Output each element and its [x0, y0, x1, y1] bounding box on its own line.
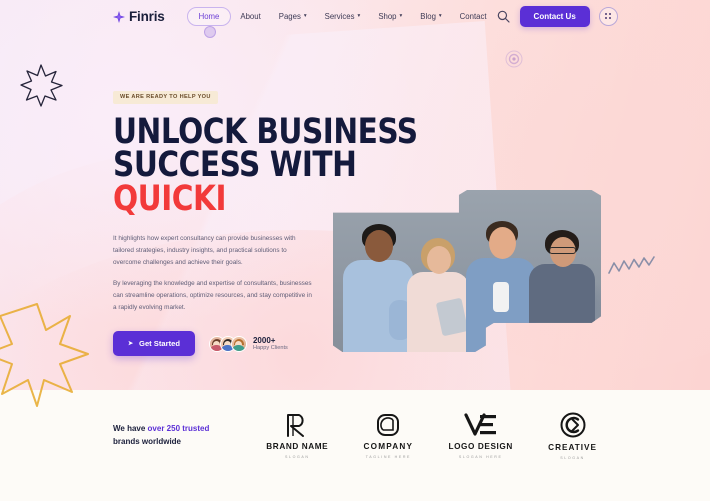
logo-slogan: SLOGAN [284, 455, 310, 459]
brand-logo-item[interactable]: COMPANY TAGLINE HERE [364, 412, 414, 459]
square-loop-icon [377, 414, 400, 436]
hero-content: WE ARE READY TO HELP YOU UNLOCK BUSINESS… [113, 85, 418, 357]
logo-name: LOGO DESIGN [448, 442, 513, 451]
chevron-down-icon: ▾ [399, 12, 403, 19]
nav-item-label: Services [324, 11, 355, 21]
diamond-star-icon [113, 10, 125, 23]
nav-item-label: Blog [420, 11, 436, 21]
headline-line-1: UNLOCK BUSINESS SUCCESS WITH [113, 111, 418, 186]
brands-strip: We have over 250 trusted brands worldwid… [0, 390, 710, 501]
happy-clients-stat: 2000+ Happy Clients [208, 335, 288, 352]
nav-item-pages[interactable]: Pages ▾ [270, 8, 316, 25]
nav-actions: Contact Us [496, 5, 618, 27]
chevron-down-icon: ▾ [438, 12, 442, 19]
chevron-down-icon: ▾ [357, 12, 361, 19]
nav-item-contact[interactable]: Contact [451, 8, 496, 25]
brands-intro-prefix: We have [113, 424, 148, 434]
brand-logo-item[interactable]: LOGO DESIGN SLOGAN HERE [448, 412, 512, 459]
nav-item-label: About [240, 11, 261, 21]
nav-item-label: Shop [378, 11, 397, 21]
person-figure [405, 234, 471, 352]
brands-intro-suffix: brands worldwide [113, 436, 182, 446]
logo-name: COMPANY [363, 442, 414, 451]
get-started-button[interactable]: ➤ Get Started [113, 331, 195, 357]
hero-paragraph-1: It highlights how expert consultancy can… [113, 235, 296, 266]
person-figure [343, 222, 413, 352]
hero-eyebrow-badge: WE ARE READY TO HELP YOU [113, 90, 218, 104]
brands-intro-text: We have over 250 trusted brands worldwid… [113, 423, 231, 448]
logo-name: CREATIVE [548, 443, 597, 452]
get-started-label: Get Started [139, 339, 180, 349]
clients-count: 2000+ [252, 335, 276, 345]
logo-name: BRAND NAME [266, 442, 329, 451]
avatar-group [208, 335, 247, 352]
search-icon[interactable] [496, 9, 511, 24]
nav-item-label: Contact [459, 11, 487, 21]
grid-dots-icon[interactable] [598, 6, 618, 26]
person-figure [466, 220, 536, 352]
r-monogram-icon [287, 414, 305, 437]
page-title: UNLOCK BUSINESS SUCCESS WITH QUICKI [113, 114, 555, 220]
top-navigation-bar: Finris Home About Pages ▾ Services ▾ Sho… [0, 0, 710, 38]
clients-text-block: 2000+ Happy Clients [253, 336, 288, 352]
nav-menu: Home About Pages ▾ Services ▾ Shop ▾ Blo… [186, 6, 496, 38]
brands-inner: We have over 250 trusted brands worldwid… [0, 411, 710, 460]
c-circle-icon [560, 412, 586, 438]
nav-item-about[interactable]: About [231, 8, 269, 25]
contact-us-button[interactable]: Contact Us [519, 5, 590, 27]
brand-logo[interactable]: Finris [113, 9, 165, 24]
clients-label: Happy Clients [252, 344, 288, 351]
landing-page: Finris Home About Pages ▾ Services ▾ Sho… [0, 0, 710, 501]
logo-slogan: SLOGAN HERE [458, 455, 503, 459]
hero-paragraph-2: By leveraging the knowledge and expertis… [113, 279, 312, 311]
logo-slogan: TAGLINE HERE [365, 455, 412, 459]
grid-dots-glyph [605, 13, 612, 19]
nav-item-shop[interactable]: Shop ▾ [369, 8, 411, 25]
ve-monogram-icon [464, 413, 496, 436]
brands-intro-highlight: over 250 trusted [147, 424, 210, 434]
brand-name: Finris [129, 8, 165, 24]
nav-item-services[interactable]: Services ▾ [316, 8, 370, 25]
nav-item-label: Home [198, 11, 220, 21]
avatar [230, 335, 247, 352]
brand-logo-item[interactable]: BRAND NAME SLOGAN [266, 412, 328, 459]
nav-item-home[interactable]: Home [186, 6, 232, 38]
brand-logo-item[interactable]: CREATIVE SLOGAN [548, 411, 597, 460]
chevron-down-icon: ▾ [303, 12, 307, 19]
headline-accent-word: QUICKI [113, 179, 227, 220]
nav-item-label: Pages [278, 11, 301, 21]
hero-cta-row: ➤ Get Started 2000+ Happy Clients [113, 331, 345, 357]
nav-item-blog[interactable]: Blog ▾ [411, 8, 450, 25]
person-figure [529, 228, 595, 352]
logo-slogan: SLOGAN [560, 456, 585, 460]
arrow-right-icon: ➤ [128, 341, 134, 348]
